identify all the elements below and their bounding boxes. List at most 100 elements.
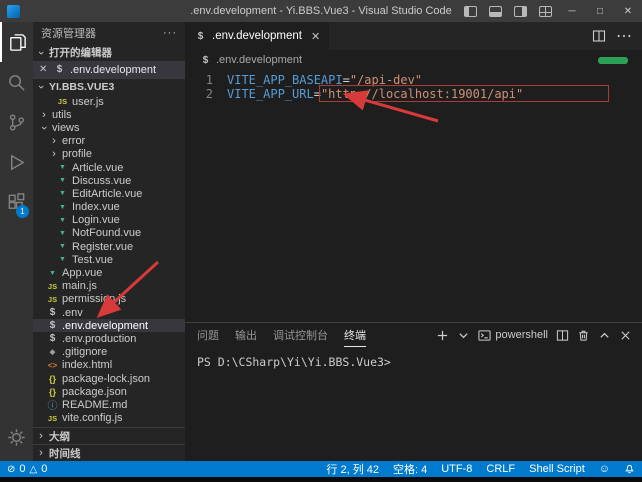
breadcrumb[interactable]: $ .env.development (185, 50, 642, 70)
code-line[interactable]: 1VITE_APP_BASEAPI="/api-dev" (185, 73, 642, 87)
split-terminal-icon[interactable] (556, 329, 569, 342)
chevron-right-icon: › (49, 136, 59, 146)
maximize-panel-chevron-icon[interactable] (598, 329, 611, 342)
search-icon[interactable] (0, 62, 33, 102)
tree-file-Article.vue[interactable]: ▼Article.vue (33, 161, 185, 174)
panel-tab-terminal[interactable]: 终端 (344, 323, 366, 347)
notifications-bell-icon[interactable] (617, 463, 642, 476)
tree-file-Index.vue[interactable]: ▼Index.vue (33, 201, 185, 214)
braces-file-icon: {} (46, 387, 59, 397)
tree-file-App.vue[interactable]: ▼App.vue (33, 266, 185, 279)
chevron-right-icon: › (49, 149, 59, 159)
tree-file-.gitignore[interactable]: ◆.gitignore (33, 346, 185, 359)
tree-file-Register.vue[interactable]: ▼Register.vue (33, 240, 185, 253)
customize-layout-icon[interactable] (539, 6, 552, 17)
terminal-content[interactable]: PS D:\CSharp\Yi\Yi.BBS.Vue3> (185, 347, 642, 461)
git-file-icon: ◆ (46, 348, 59, 356)
close-icon[interactable]: ✕ (39, 64, 49, 75)
file-label: index.html (62, 359, 112, 371)
tree-file-.env.development[interactable]: $.env.development (33, 319, 185, 332)
file-label: App.vue (62, 267, 102, 279)
close-panel-icon[interactable] (619, 329, 632, 342)
code-editor[interactable]: 1VITE_APP_BASEAPI="/api-dev"2VITE_APP_UR… (185, 70, 642, 322)
env-file-icon: $ (199, 55, 212, 66)
indentation-setting[interactable]: 空格: 4 (386, 461, 434, 477)
encoding-setting[interactable]: UTF-8 (434, 463, 479, 475)
tree-file-main.js[interactable]: JSmain.js (33, 280, 185, 293)
editor-more-actions-icon[interactable]: ⋯ (616, 26, 632, 46)
toggle-panel-icon[interactable] (489, 6, 502, 17)
file-label: .env.production (62, 333, 136, 345)
tab-close-icon[interactable]: ✕ (311, 30, 320, 43)
code-line[interactable]: 2VITE_APP_URL="http://localhost:19001/ap… (185, 87, 642, 101)
warning-count: 0 (41, 463, 47, 475)
editor-tab-bar: $ .env.development ✕ ⋯ (185, 22, 642, 50)
terminal-dropdown-chevron-icon[interactable] (457, 329, 470, 342)
tree-file-package.json[interactable]: {}package.json (33, 385, 185, 398)
open-editors-section[interactable]: › 打开的编辑器 (33, 44, 185, 61)
panel-tab-problems[interactable]: 问题 (197, 323, 219, 347)
tree-folder-profile[interactable]: ›profile (33, 148, 185, 161)
file-label: Index.vue (72, 201, 120, 213)
tree-folder-error[interactable]: ›error (33, 135, 185, 148)
minimize-button[interactable]: ─ (558, 0, 586, 22)
trash-icon[interactable] (577, 329, 590, 342)
sidebar-more-actions-icon[interactable]: ··· (163, 27, 177, 39)
panel-tab-debug-console[interactable]: 调试控制台 (273, 323, 328, 347)
outline-section[interactable]: › 大纲 (33, 427, 185, 444)
chevron-right-icon: › (36, 448, 46, 458)
new-terminal-plus-icon[interactable] (436, 329, 449, 342)
activity-bar: 1 (0, 22, 33, 461)
open-editor-item[interactable]: ✕ $ .env.development (33, 61, 185, 78)
braces-file-icon: {} (46, 374, 59, 384)
file-label: Discuss.vue (72, 175, 131, 187)
env-file-icon: $ (53, 64, 66, 75)
tree-folder-views[interactable]: ›views (33, 121, 185, 134)
maximize-button[interactable]: □ (586, 0, 614, 22)
eol-setting[interactable]: CRLF (479, 463, 522, 475)
problems-status[interactable]: ⊘ 0 △ 0 (0, 463, 47, 475)
timeline-section[interactable]: › 时间线 (33, 444, 185, 461)
tree-file-Login.vue[interactable]: ▼Login.vue (33, 214, 185, 227)
source-control-icon[interactable] (0, 102, 33, 142)
terminal-profile-chip[interactable]: powershell (478, 329, 548, 342)
tree-file-.env[interactable]: $.env (33, 306, 185, 319)
explorer-icon[interactable] (0, 22, 33, 62)
tree-file-.env.production[interactable]: $.env.production (33, 332, 185, 345)
tree-file-NotFound.vue[interactable]: ▼NotFound.vue (33, 227, 185, 240)
vscode-logo-icon (7, 5, 20, 18)
tree-file-user.js[interactable]: JSuser.js (33, 95, 185, 108)
tree-file-index.html[interactable]: <>index.html (33, 359, 185, 372)
cursor-position[interactable]: 行 2, 列 42 (319, 461, 386, 477)
outline-label: 大纲 (49, 429, 70, 444)
chevron-down-icon: › (36, 82, 46, 92)
toggle-sidebar-icon[interactable] (464, 6, 477, 17)
tree-folder-utils[interactable]: ›utils (33, 108, 185, 121)
run-debug-icon[interactable] (0, 142, 33, 182)
tree-file-README.md[interactable]: ⓘREADME.md (33, 398, 185, 411)
feedback-smiley-icon[interactable]: ☺ (592, 463, 617, 475)
tree-file-package-lock.json[interactable]: {}package-lock.json (33, 372, 185, 385)
terminal-prompt: PS D:\CSharp\Yi\Yi.BBS.Vue3> (197, 355, 391, 369)
settings-gear-icon[interactable] (0, 417, 33, 457)
language-mode[interactable]: Shell Script (522, 463, 592, 475)
vue-file-icon: ▼ (56, 230, 69, 237)
tree-file-Discuss.vue[interactable]: ▼Discuss.vue (33, 174, 185, 187)
tree-file-vite.config.js[interactable]: JSvite.config.js (33, 412, 185, 425)
open-editor-label: .env.development (70, 64, 156, 76)
panel-tab-output[interactable]: 输出 (235, 323, 257, 347)
js-file-icon: JS (46, 414, 59, 423)
tab-env-development[interactable]: $ .env.development ✕ (185, 22, 329, 50)
toggle-secondary-sidebar-icon[interactable] (514, 6, 527, 17)
vue-file-icon: ▼ (56, 190, 69, 197)
close-button[interactable]: ✕ (614, 0, 642, 22)
extensions-icon[interactable]: 1 (0, 182, 33, 222)
tree-file-Test.vue[interactable]: ▼Test.vue (33, 253, 185, 266)
tree-file-permission.js[interactable]: JSpermission.js (33, 293, 185, 306)
project-root-row[interactable]: › YI.BBS.VUE3 (33, 78, 185, 95)
tree-file-EditArticle.vue[interactable]: ▼EditArticle.vue (33, 187, 185, 200)
env-file-icon: $ (46, 320, 59, 331)
chevron-right-icon: › (36, 431, 46, 441)
extension-status-badge (598, 57, 628, 64)
split-editor-icon[interactable] (592, 29, 606, 43)
